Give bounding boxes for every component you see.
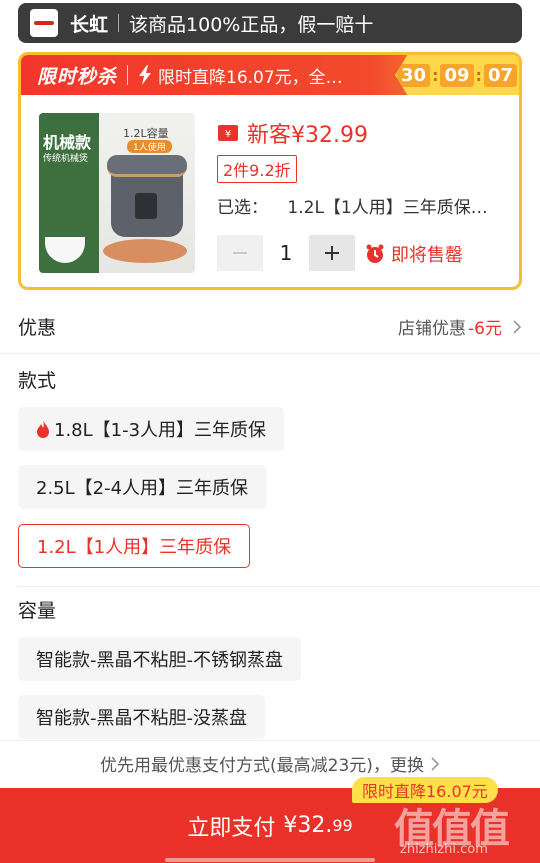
product-image-subtag: 传统机械煲 [43,154,89,164]
home-indicator [165,858,375,862]
quantity-value[interactable]: 1 [263,241,309,265]
product-image[interactable]: 机械款 传统机械煲 1.2L容量 1人使用 [39,113,195,273]
product-image-tag: 机械款 [43,133,92,152]
pay-button-price: ¥32. [283,813,333,838]
capacity-section-title: 容量 [18,600,57,622]
discount-row[interactable]: 优惠 店铺优惠 -6元 [0,300,540,354]
price-row: ¥ 新客¥32.99 [217,117,368,149]
pay-button-cents: 99 [332,816,353,835]
plus-icon [325,246,339,260]
lightning-icon [139,65,152,85]
divider [127,65,129,85]
flash-sale-title: 限时秒杀 [37,65,118,88]
countdown-separator: : [432,65,439,85]
selected-value: 1.2L【1人用】三年质保… [287,198,488,218]
coupon-icon: ¥ [218,125,238,141]
rice-cooker-lid [107,155,187,177]
flash-sale-description: 限时直降16.07元，全… [158,67,343,88]
stock-status: 即将售罄 [365,241,463,267]
chevron-right-icon [513,319,522,334]
store-logo-icon [30,9,58,37]
style-option-label: 1.2L【1人用】三年质保 [37,537,232,558]
discount-detail[interactable]: 店铺优惠 -6元 [398,314,522,339]
stock-status-text: 即将售罄 [391,245,463,266]
minus-icon [233,252,247,254]
countdown-hours: 30 [397,63,431,87]
divider [18,586,540,587]
chevron-right-icon [431,756,440,771]
discount-amount: -6元 [468,319,502,339]
countdown-separator: : [475,65,482,85]
divider [118,14,120,32]
capacity-option-2[interactable]: 智能款-黑晶不粘胆-没蒸盘 [18,695,265,739]
store-header[interactable]: 长虹 该商品100%正品，假一赔十 [18,3,522,43]
watermark-site: zhizhizhi.com [400,842,488,857]
store-name[interactable]: 长虹 [70,10,108,37]
capacity-option-label: 智能款-黑晶不粘胆-没蒸盘 [36,708,247,729]
promo-tag: 2件9.2折 [217,155,297,183]
style-option-1[interactable]: 1.8L【1-3人用】三年质保 [18,407,285,451]
product-image-users: 1人使用 [127,140,172,153]
alarm-clock-icon [366,244,384,263]
flash-sale-header: 限时秒杀 限时直降16.07元，全… 30 : 09 : 07 [21,55,519,95]
style-section-title: 款式 [18,370,57,392]
style-option-2[interactable]: 2.5L【2-4人用】三年质保 [18,465,267,509]
pay-button-label: 立即支付 [187,815,276,841]
style-option-label: 2.5L【2-4人用】三年质保 [36,478,249,499]
selected-spec: 已选： 1.2L【1人用】三年质保… [217,193,488,218]
new-customer-price: 新客¥32.99 [247,123,368,148]
selected-label: 已选： [217,198,268,218]
capacity-option-label: 智能款-黑晶不粘胆-不锈钢蒸盘 [36,650,283,671]
capacity-option-1[interactable]: 智能款-黑晶不粘胆-不锈钢蒸盘 [18,637,301,681]
increase-button[interactable] [309,235,355,271]
food-plate [103,239,187,263]
style-option-label: 1.8L【1-3人用】三年质保 [54,420,267,441]
svg-text:¥: ¥ [225,129,231,140]
payment-tip-text: 优先用最优惠支付方式(最高减23元)，更换 [100,756,424,776]
decrease-button[interactable] [217,235,263,271]
rice-cooker-panel [135,193,157,219]
style-option-3-selected[interactable]: 1.2L【1人用】三年质保 [18,524,251,568]
discount-label: 店铺优惠 [398,319,467,339]
fire-icon [37,420,49,438]
countdown-timer: 30 : 09 : 07 [395,55,519,95]
quantity-stepper[interactable]: 1 [217,235,355,271]
flash-sale-card: 限时秒杀 限时直降16.07元，全… 30 : 09 : 07 机械款 传统机械… [18,52,522,290]
countdown-minutes: 09 [440,63,474,87]
discount-title: 优惠 [18,317,57,339]
countdown-seconds: 07 [483,63,517,87]
product-image-capacity: 1.2L容量 [123,127,169,140]
store-slogan: 该商品100%正品，假一赔十 [129,13,374,36]
